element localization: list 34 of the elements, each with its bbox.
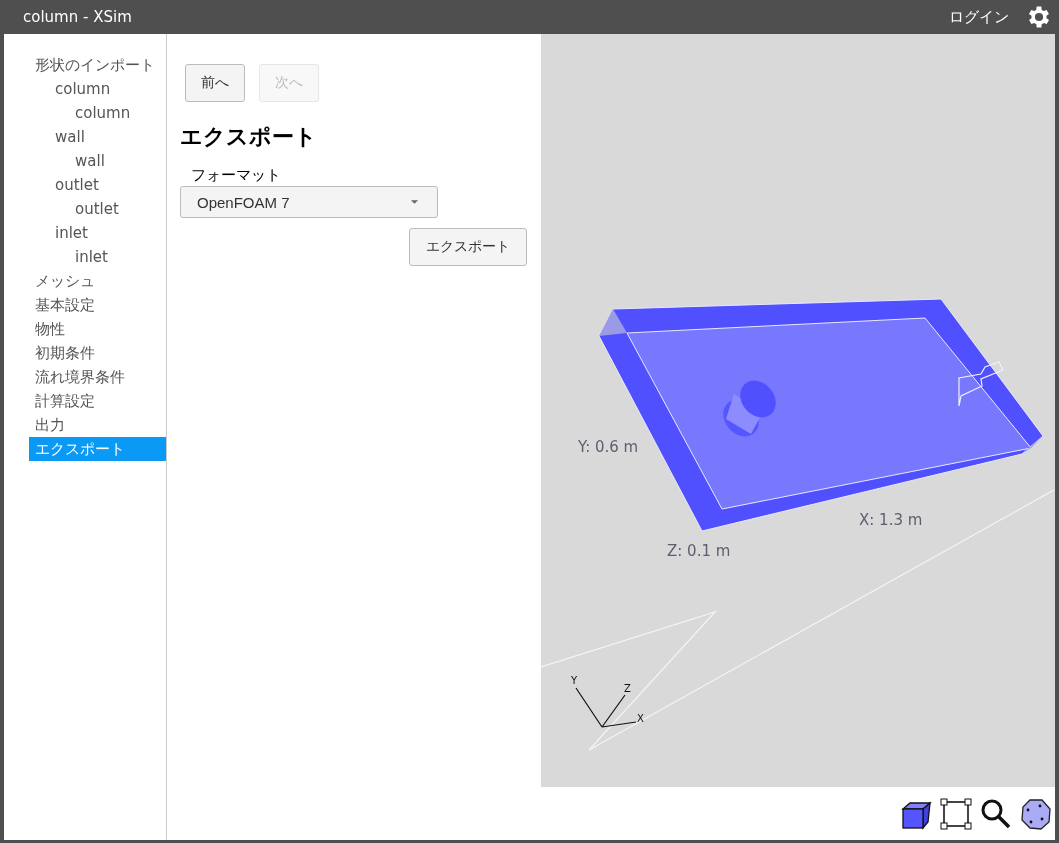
axis-label: Z xyxy=(624,683,631,694)
caret-icon xyxy=(410,199,419,205)
sidebar-item[interactable]: 計算設定 xyxy=(29,389,166,413)
section-heading: エクスポート xyxy=(180,123,318,151)
field-label: フォーマット xyxy=(190,166,282,185)
sidebar-item[interactable]: wall xyxy=(29,149,166,173)
bounding-box-icon[interactable] xyxy=(940,797,972,830)
sidebar-item[interactable]: 流れ境界条件 xyxy=(29,365,166,389)
sidebar-item[interactable]: outlet xyxy=(29,173,166,197)
sidebar-item[interactable]: 形状のインポート xyxy=(29,53,166,77)
sidebar-item[interactable]: メッシュ xyxy=(29,269,166,293)
search-icon[interactable] xyxy=(980,797,1012,830)
dimension-label: X: 1.3 m xyxy=(859,511,923,529)
sidebar-item[interactable]: wall xyxy=(29,125,166,149)
sidebar-item[interactable]: 出力 xyxy=(29,413,166,437)
sidebar-item[interactable]: 基本設定 xyxy=(29,293,166,317)
format-dropdown[interactable]: OpenFOAM 7 xyxy=(180,186,438,218)
sidebar-item[interactable]: inlet xyxy=(29,245,166,269)
dimension-label: Y: 0.6 m xyxy=(578,438,639,456)
axis-label: X xyxy=(637,713,644,724)
sidebar-item[interactable]: inlet xyxy=(29,221,166,245)
previous-button[interactable]: 前へ xyxy=(185,64,245,102)
sidebar-item[interactable]: 初期条件 xyxy=(29,341,166,365)
sidebar-item[interactable]: column xyxy=(29,101,166,125)
sidebar-item[interactable]: 物性 xyxy=(29,317,166,341)
window-title: column - XSim xyxy=(22,8,132,26)
3d-viewport[interactable]: Y: 0.6 m X: 1.3 m Z: 0.1 m Y Z X xyxy=(541,34,1055,787)
axis-label: Y xyxy=(571,675,578,686)
export-button[interactable]: エクスポート xyxy=(409,228,527,266)
dimension-label: Z: 0.1 m xyxy=(667,542,731,560)
sidebar-item[interactable]: column xyxy=(29,77,166,101)
login-link[interactable]: ログイン xyxy=(949,7,1009,27)
polyhedron-icon[interactable] xyxy=(1020,797,1052,830)
sidebar-item[interactable]: outlet xyxy=(29,197,166,221)
